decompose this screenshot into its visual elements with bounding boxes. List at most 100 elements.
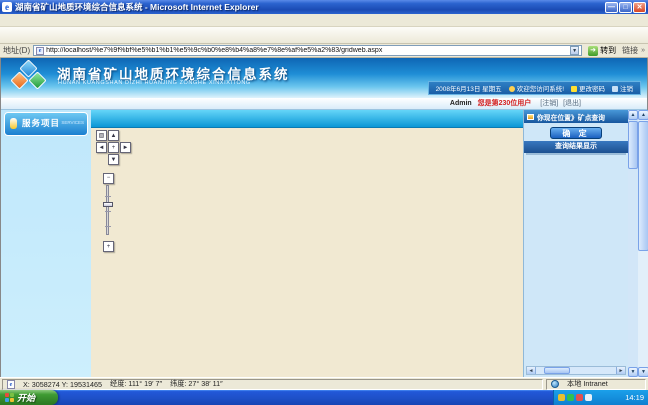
- scroll-up-icon[interactable]: ▲: [628, 110, 638, 120]
- results-table: [526, 153, 626, 155]
- address-dropdown-icon[interactable]: ▼: [570, 46, 579, 55]
- address-input[interactable]: e http://localhost/%e7%9f%bf%e5%b1%b1%e5…: [33, 45, 582, 56]
- page-icon: e: [36, 47, 44, 55]
- close-button[interactable]: ✕: [633, 2, 646, 13]
- browser-window: e 湖南省矿山地质环境综合信息系统 - Microsoft Internet E…: [0, 0, 648, 405]
- system-tray: 14:19: [553, 390, 648, 405]
- sidebar-title: 服务项目: [22, 117, 60, 129]
- sidebar: 服务项目 SERVICES: [1, 110, 91, 377]
- sidebar-title-en: SERVICES: [61, 120, 84, 125]
- logout-link[interactable]: 注销: [612, 83, 633, 93]
- confirm-row: 确 定: [524, 125, 628, 141]
- coordinates-cell: e X: 3058274 Y: 19531465 经度: 111° 19′ 7″…: [2, 379, 543, 390]
- page-content: 湖南省矿山地质环境综合信息系统 HUNAN KUANGSHAN DIZHI HU…: [0, 58, 648, 377]
- location-icon: [527, 114, 534, 120]
- h-scroll-thumb[interactable]: [544, 367, 570, 374]
- tab-bar: [91, 110, 523, 128]
- zone-cell: 本地 Intranet: [546, 379, 646, 390]
- slider-tick: [105, 196, 111, 197]
- map-graphics: [91, 128, 523, 377]
- overview-button[interactable]: ▧: [96, 130, 107, 141]
- links-label[interactable]: 链接: [622, 45, 638, 56]
- taskbar-clock: 14:19: [625, 393, 644, 402]
- map-canvas[interactable]: ▧▲ ◄+► ▼ −: [91, 128, 523, 377]
- links-chevron-icon[interactable]: »: [641, 47, 645, 54]
- zoom-in-step-button[interactable]: +: [103, 241, 114, 252]
- window-scroll-down-icon[interactable]: ▼: [638, 367, 648, 377]
- tray-antivirus-icon[interactable]: [558, 394, 565, 401]
- tray-volume-icon[interactable]: [567, 394, 574, 401]
- panel-horizontal-scrollbar[interactable]: ◄ ►: [526, 366, 626, 375]
- address-label: 地址(D): [3, 45, 30, 56]
- panel-header: 你现在位置》矿点查询: [524, 110, 628, 123]
- zoom-slider-track[interactable]: [106, 185, 109, 235]
- document-icon: e: [7, 380, 15, 389]
- pan-left-button[interactable]: ◄: [96, 142, 107, 153]
- breadcrumb: 你现在位置》矿点查询: [537, 112, 605, 122]
- ie-toolbar: [0, 27, 648, 44]
- tray-network-icon[interactable]: [576, 394, 583, 401]
- window-title: 湖南省矿山地质环境综合信息系统 - Microsoft Internet Exp…: [15, 1, 605, 13]
- xy-coordinates: X: 3058274 Y: 19531465: [23, 380, 102, 389]
- visitor-count: 您是第230位用户: [478, 100, 532, 107]
- admin-strip: Admin 您是第230位用户 [注销] [退出]: [1, 98, 647, 110]
- content-area: 服务项目 SERVICES ▧▲ ◄+►: [1, 110, 647, 377]
- slider-tick: [105, 211, 111, 212]
- window-controls: — □ ✕: [605, 2, 646, 13]
- zoom-slider[interactable]: − +: [102, 166, 113, 253]
- start-label: 开始: [17, 391, 35, 404]
- scroll-down-icon[interactable]: ▼: [628, 367, 638, 377]
- address-url[interactable]: http://localhost/%e7%9f%bf%e5%b1%b1%e5%9…: [46, 47, 568, 54]
- person-icon: [509, 86, 515, 92]
- zoom-slider-handle[interactable]: [103, 202, 113, 207]
- window-vertical-scrollbar[interactable]: ▲ ▼: [638, 110, 648, 377]
- pan-down-button[interactable]: ▼: [108, 154, 119, 165]
- main-area: ▧▲ ◄+► ▼ −: [91, 110, 523, 377]
- window-scroll-up-icon[interactable]: ▲: [638, 110, 648, 120]
- security-zone: 本地 Intranet: [567, 379, 608, 389]
- start-button[interactable]: 开始: [0, 390, 58, 405]
- menu-bar: [0, 14, 648, 27]
- admin-username: Admin: [450, 100, 472, 107]
- windows-flag-icon: [5, 393, 14, 402]
- go-label: 转到: [600, 45, 616, 56]
- zoom-out-step-button[interactable]: −: [103, 173, 114, 184]
- logout-icon: [612, 86, 618, 92]
- go-button[interactable]: ➜ 转到: [585, 45, 619, 57]
- longitude-value: 经度: 111° 19′ 7″: [110, 379, 162, 389]
- admin-logout-link[interactable]: [注销]: [540, 100, 558, 107]
- site-logo: [9, 61, 51, 95]
- sidebar-header: 服务项目 SERVICES: [4, 112, 88, 136]
- scroll-right-icon[interactable]: ►: [616, 367, 625, 374]
- site-banner: 湖南省矿山地质环境综合信息系统 HUNAN KUANGSHAN DIZHI HU…: [1, 58, 647, 98]
- query-panel: 你现在位置》矿点查询 确 定 查询结果显示 ◄ ►: [523, 110, 628, 377]
- results-title-bar: 查询结果显示: [524, 141, 628, 153]
- address-bar: 地址(D) e http://localhost/%e7%9f%bf%e5%b1…: [0, 44, 648, 58]
- center-button[interactable]: +: [108, 142, 119, 153]
- bulb-icon: [10, 118, 17, 129]
- ie-window-icon: e: [2, 2, 12, 12]
- tray-message-icon[interactable]: [585, 394, 592, 401]
- pan-right-button[interactable]: ►: [120, 142, 131, 153]
- window-scroll-thumb[interactable]: [638, 121, 648, 251]
- welcome-message: 欢迎您访问系统!: [509, 83, 564, 93]
- taskbar: 开始 14:19: [0, 390, 648, 405]
- latitude-value: 纬度: 27° 38′ 11″: [170, 379, 223, 389]
- admin-exit-link[interactable]: [退出]: [563, 100, 581, 107]
- slider-tick: [105, 226, 111, 227]
- panel-vertical-scrollbar[interactable]: ▲ ▼: [628, 110, 638, 377]
- minimize-button[interactable]: —: [605, 2, 618, 13]
- site-subtitle: HUNAN KUANGSHAN DIZHI HUANJING ZONGHE XI…: [58, 80, 251, 86]
- key-icon: [571, 86, 577, 92]
- map-nav-control: ▧▲ ◄+► ▼ −: [95, 130, 135, 253]
- pan-up-button[interactable]: ▲: [108, 130, 119, 141]
- status-bar: e X: 3058274 Y: 19531465 经度: 111° 19′ 7″…: [0, 377, 648, 390]
- scroll-left-icon[interactable]: ◄: [527, 367, 536, 374]
- title-bar: e 湖南省矿山地质环境综合信息系统 - Microsoft Internet E…: [0, 0, 648, 14]
- header-info-bar: 2008年6月13日 星期五 欢迎您访问系统! 更改密码 注销: [428, 81, 641, 95]
- panel-scroll-thumb[interactable]: [628, 121, 638, 169]
- change-password-link[interactable]: 更改密码: [571, 83, 605, 93]
- confirm-button[interactable]: 确 定: [550, 127, 602, 139]
- go-icon: ➜: [588, 46, 598, 56]
- maximize-button[interactable]: □: [619, 2, 632, 13]
